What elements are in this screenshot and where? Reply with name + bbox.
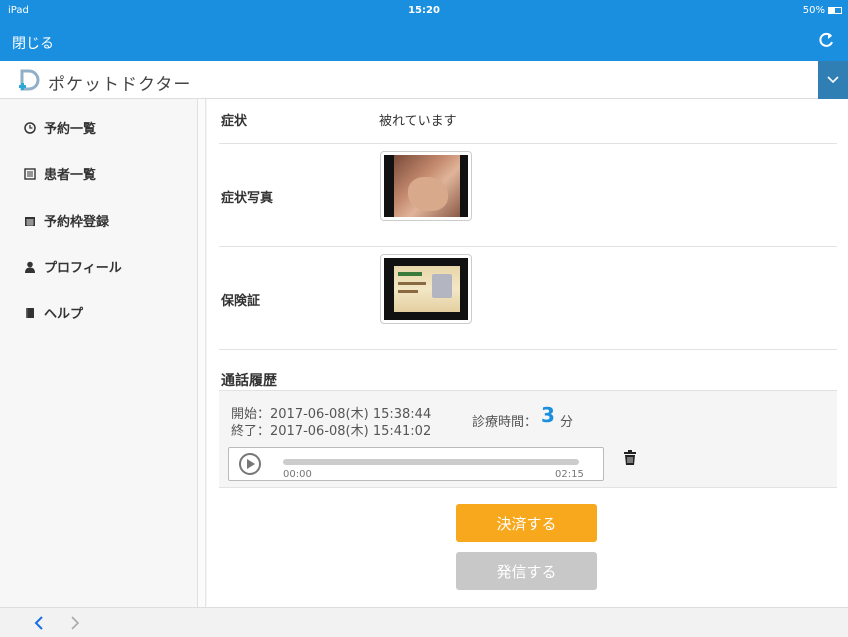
chevron-down-icon xyxy=(827,76,839,84)
sidebar: 予約一覧 患者一覧 予約枠登録 プロフィール ヘルプ xyxy=(0,99,198,607)
audio-progress-bar[interactable] xyxy=(283,459,579,465)
duration-unit: 分 xyxy=(560,415,574,430)
status-bar: iPad 15:20 50% xyxy=(0,0,848,22)
sidebar-divider xyxy=(198,99,206,607)
sidebar-item-label: プロフィール xyxy=(44,261,122,276)
top-bar: iPad 15:20 50% 閉じる xyxy=(0,0,848,61)
header-dropdown-button[interactable] xyxy=(818,61,848,99)
clock-icon xyxy=(24,121,36,134)
battery-status: 50% xyxy=(803,5,842,16)
back-arrow-icon[interactable] xyxy=(32,614,46,632)
audio-player: 00:00 02:15 xyxy=(228,447,604,481)
sidebar-item-profile[interactable]: プロフィール xyxy=(24,257,122,276)
forward-arrow-icon[interactable] xyxy=(68,614,82,632)
sidebar-item-help[interactable]: ヘルプ xyxy=(24,303,83,322)
symptom-value: 被れています xyxy=(379,114,457,129)
app-header: ポケットドクター xyxy=(0,61,848,99)
card-line xyxy=(398,282,426,285)
person-icon xyxy=(25,261,35,273)
sidebar-item-label: 予約枠登録 xyxy=(44,215,110,230)
close-button[interactable]: 閉じる xyxy=(12,33,54,53)
sidebar-item-label: 予約一覧 xyxy=(44,122,97,137)
app-title: ポケットドクター xyxy=(48,75,192,95)
sidebar-item-label: ヘルプ xyxy=(44,307,84,322)
list-icon xyxy=(24,167,36,180)
app-logo-icon xyxy=(19,69,40,91)
battery-percent: 50% xyxy=(802,5,825,16)
main-content: 症状 被れています 症状写真 保険証 通話履歴 開始：2017-06-08(木)… xyxy=(207,99,848,607)
bottom-nav-bar xyxy=(0,607,848,637)
status-time: 15:20 xyxy=(408,5,440,16)
call-history-title: 通話履歴 xyxy=(221,373,277,389)
photo-skin xyxy=(408,177,448,211)
card-line xyxy=(398,272,422,276)
symptom-photo-label: 症状写真 xyxy=(221,191,274,206)
call-history-entry: 開始：2017-06-08(木) 15:38:44 終了：2017-06-08(… xyxy=(219,390,837,488)
duration-label: 診療時間： xyxy=(472,415,538,430)
battery-icon xyxy=(828,7,842,14)
book-icon xyxy=(26,307,34,318)
trash-icon[interactable] xyxy=(623,450,637,466)
insurance-label: 保険証 xyxy=(221,294,261,309)
card-photo xyxy=(432,274,452,298)
refresh-icon[interactable] xyxy=(816,30,836,50)
sidebar-item-slot-registration[interactable]: 予約枠登録 xyxy=(24,211,109,230)
call-end-time: 終了：2017-06-08(木) 15:41:02 xyxy=(231,424,432,439)
pay-button[interactable]: 決済する xyxy=(456,504,597,542)
call-button[interactable]: 発信する xyxy=(456,552,597,590)
audio-current-time: 00:00 xyxy=(283,469,312,480)
play-icon[interactable] xyxy=(239,453,261,475)
card-line xyxy=(398,290,418,293)
symptom-photo-thumbnail[interactable] xyxy=(380,151,472,221)
symptom-label: 症状 xyxy=(221,114,248,129)
divider xyxy=(219,143,837,144)
sidebar-item-patients[interactable]: 患者一覧 xyxy=(24,164,96,183)
divider xyxy=(219,246,837,247)
sidebar-item-reservations[interactable]: 予約一覧 xyxy=(24,118,96,137)
audio-duration: 02:15 xyxy=(555,469,584,480)
duration-value: 3 xyxy=(541,403,555,427)
symptom-photo-image xyxy=(384,155,468,217)
divider xyxy=(219,349,837,350)
insurance-card-image xyxy=(384,258,468,320)
insurance-card-thumbnail[interactable] xyxy=(380,254,472,324)
sidebar-item-label: 患者一覧 xyxy=(44,168,97,183)
calendar-icon xyxy=(25,216,35,226)
